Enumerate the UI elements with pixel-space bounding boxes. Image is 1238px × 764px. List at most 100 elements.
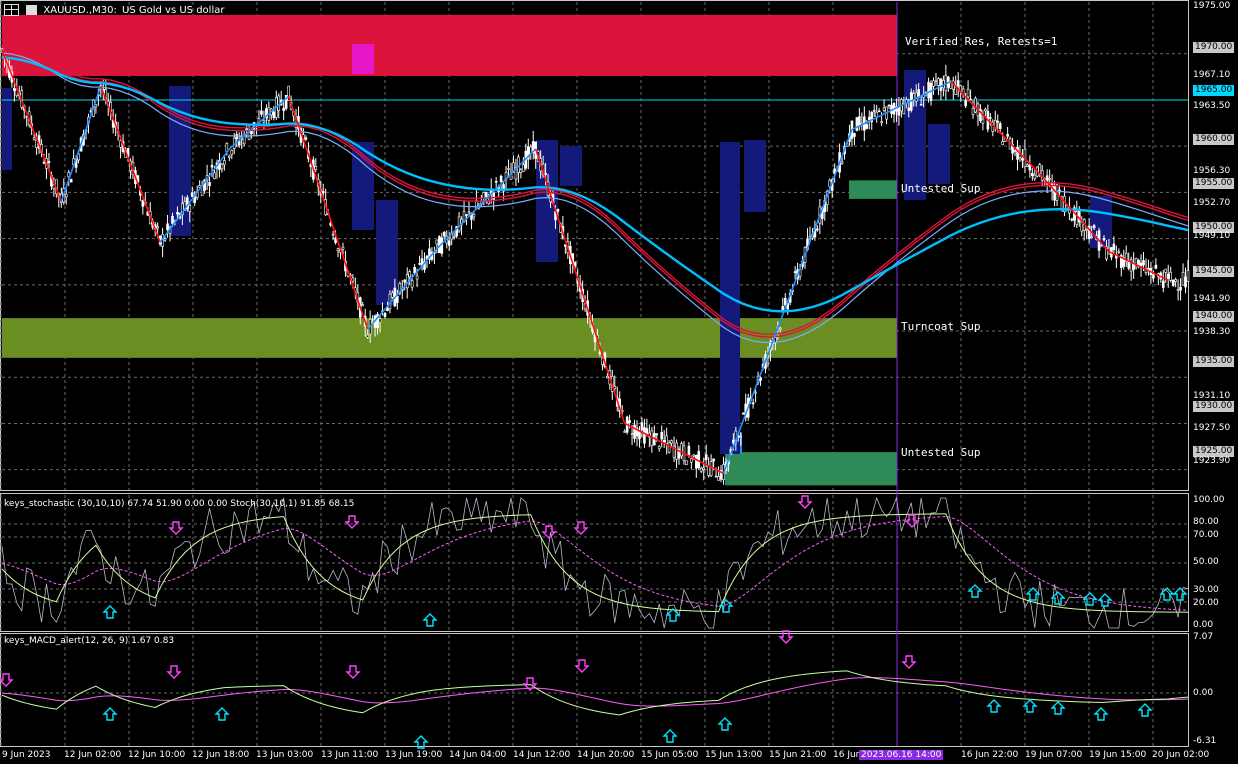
candle-body <box>361 304 365 307</box>
candle-body <box>732 439 735 444</box>
candle-body <box>351 277 355 282</box>
price-label: 1940.00 <box>1193 311 1235 322</box>
price-label: 1941.90 <box>1193 294 1231 304</box>
candle-body <box>220 163 224 170</box>
candle-body <box>1184 276 1187 288</box>
macd-indicator-label: keys_MACD_alert(12, 26, 9) 1.67 0.83 <box>4 636 175 646</box>
candle-body <box>64 193 68 198</box>
candle-body <box>1021 157 1024 161</box>
symbol-description: US Gold vs US dollar <box>122 5 225 16</box>
signal-box <box>560 146 582 186</box>
stoch-up-arrow <box>1082 592 1098 606</box>
price-label: 1956.30 <box>1193 166 1231 176</box>
macd-up-arrow <box>1137 703 1153 717</box>
candle-body <box>418 263 421 265</box>
stoch-down-arrow <box>904 514 920 528</box>
candle-body <box>208 182 211 187</box>
candle-body <box>969 98 972 101</box>
price-label: 1960.00 <box>1193 134 1235 145</box>
candle-body <box>657 446 661 450</box>
candle-body <box>675 442 678 460</box>
macd-up-arrow <box>1093 707 1109 721</box>
candle-body <box>880 121 883 124</box>
candle-body <box>655 433 659 436</box>
candle-body <box>707 465 710 476</box>
candle-body <box>971 108 975 116</box>
candle-body <box>932 80 935 87</box>
candle-body <box>1181 272 1185 286</box>
macd-down-arrow <box>901 655 917 669</box>
zigzag-segment <box>851 80 952 131</box>
price-label: 1935.00 <box>1193 356 1235 367</box>
time-label: 15 Jun 05:00 <box>641 750 699 760</box>
candle-body <box>465 214 468 216</box>
candle-body <box>69 179 73 183</box>
candle-body <box>643 427 646 444</box>
candle-body <box>1048 178 1051 180</box>
candle-body <box>1092 225 1096 229</box>
stoch-indicator-label: keys_stochastic (30,10,10) 67.74 51.90 0… <box>4 499 355 509</box>
candle-body <box>336 248 340 251</box>
candle-body <box>989 117 992 119</box>
candle-body <box>171 215 174 224</box>
stoch-up-arrow <box>967 584 983 598</box>
candle-body <box>956 80 960 87</box>
candle-body <box>213 172 216 180</box>
zone-2 <box>2 318 897 358</box>
candle-body <box>840 161 844 164</box>
time-label: 12 Jun 02:00 <box>64 750 122 760</box>
grid-icon[interactable] <box>4 4 19 16</box>
macd-up-arrow <box>214 707 230 721</box>
price-label: 1930.00 <box>1193 401 1235 412</box>
candle-body <box>277 95 281 111</box>
crosshair-time-label: 2023.06.16 14:00 <box>859 750 944 760</box>
stoch-up-arrow <box>665 608 681 622</box>
candle-body <box>919 103 923 106</box>
candle-body <box>190 192 194 197</box>
candle-body <box>1026 164 1029 167</box>
candle-body <box>914 92 918 102</box>
candle-body <box>712 458 715 462</box>
stoch-up-arrow <box>102 605 118 619</box>
candle-body <box>341 246 345 250</box>
price-label: 1952.70 <box>1193 198 1231 208</box>
stoch-level-label: 80.00 <box>1193 517 1219 527</box>
chart-type-icon[interactable] <box>26 5 38 15</box>
zone-3 <box>725 452 897 486</box>
time-label: 13 Jun 03:00 <box>256 750 314 760</box>
zigzag-segment <box>100 85 161 243</box>
trading-chart[interactable] <box>0 0 1238 764</box>
candle-body <box>262 120 266 123</box>
symbol-label: XAUUSD.,M30: <box>43 5 117 16</box>
zigzag-segment <box>60 85 102 202</box>
time-label: 14 Jun 12:00 <box>513 750 571 760</box>
candle-body <box>1171 279 1175 286</box>
candle-body <box>472 214 476 218</box>
candle-body <box>1102 238 1106 241</box>
zigzag-segment <box>722 129 853 474</box>
candle-body <box>1169 272 1173 281</box>
price-label: 1923.90 <box>1193 456 1231 466</box>
candle-body <box>996 120 1000 123</box>
macd-up-arrow <box>1022 699 1038 713</box>
candle-body <box>1161 280 1165 288</box>
time-label: 14 Jun 04:00 <box>449 750 507 760</box>
candle-body <box>606 376 609 379</box>
candle-body <box>1090 236 1093 239</box>
macd-down-arrow <box>0 673 14 687</box>
macd-up-arrow <box>102 707 118 721</box>
candle-body <box>793 271 797 274</box>
time-label: 13 Jun 19:00 <box>385 750 443 760</box>
zone-label-turncoat-sup: Turncoat Sup <box>901 320 981 333</box>
candle-body <box>638 430 641 440</box>
stoch-level-label: 0.00 <box>1193 620 1214 630</box>
macd-up-arrow <box>717 717 733 731</box>
candle-body <box>467 211 471 214</box>
zone-label-untested-sup-1: Untested Sup <box>901 182 981 195</box>
signal-box <box>928 124 950 184</box>
candle-body <box>410 280 414 288</box>
price-label: 1975.00 <box>1193 1 1231 11</box>
candle-body <box>670 440 673 444</box>
candle-body <box>907 107 911 111</box>
candle-body <box>690 458 693 463</box>
